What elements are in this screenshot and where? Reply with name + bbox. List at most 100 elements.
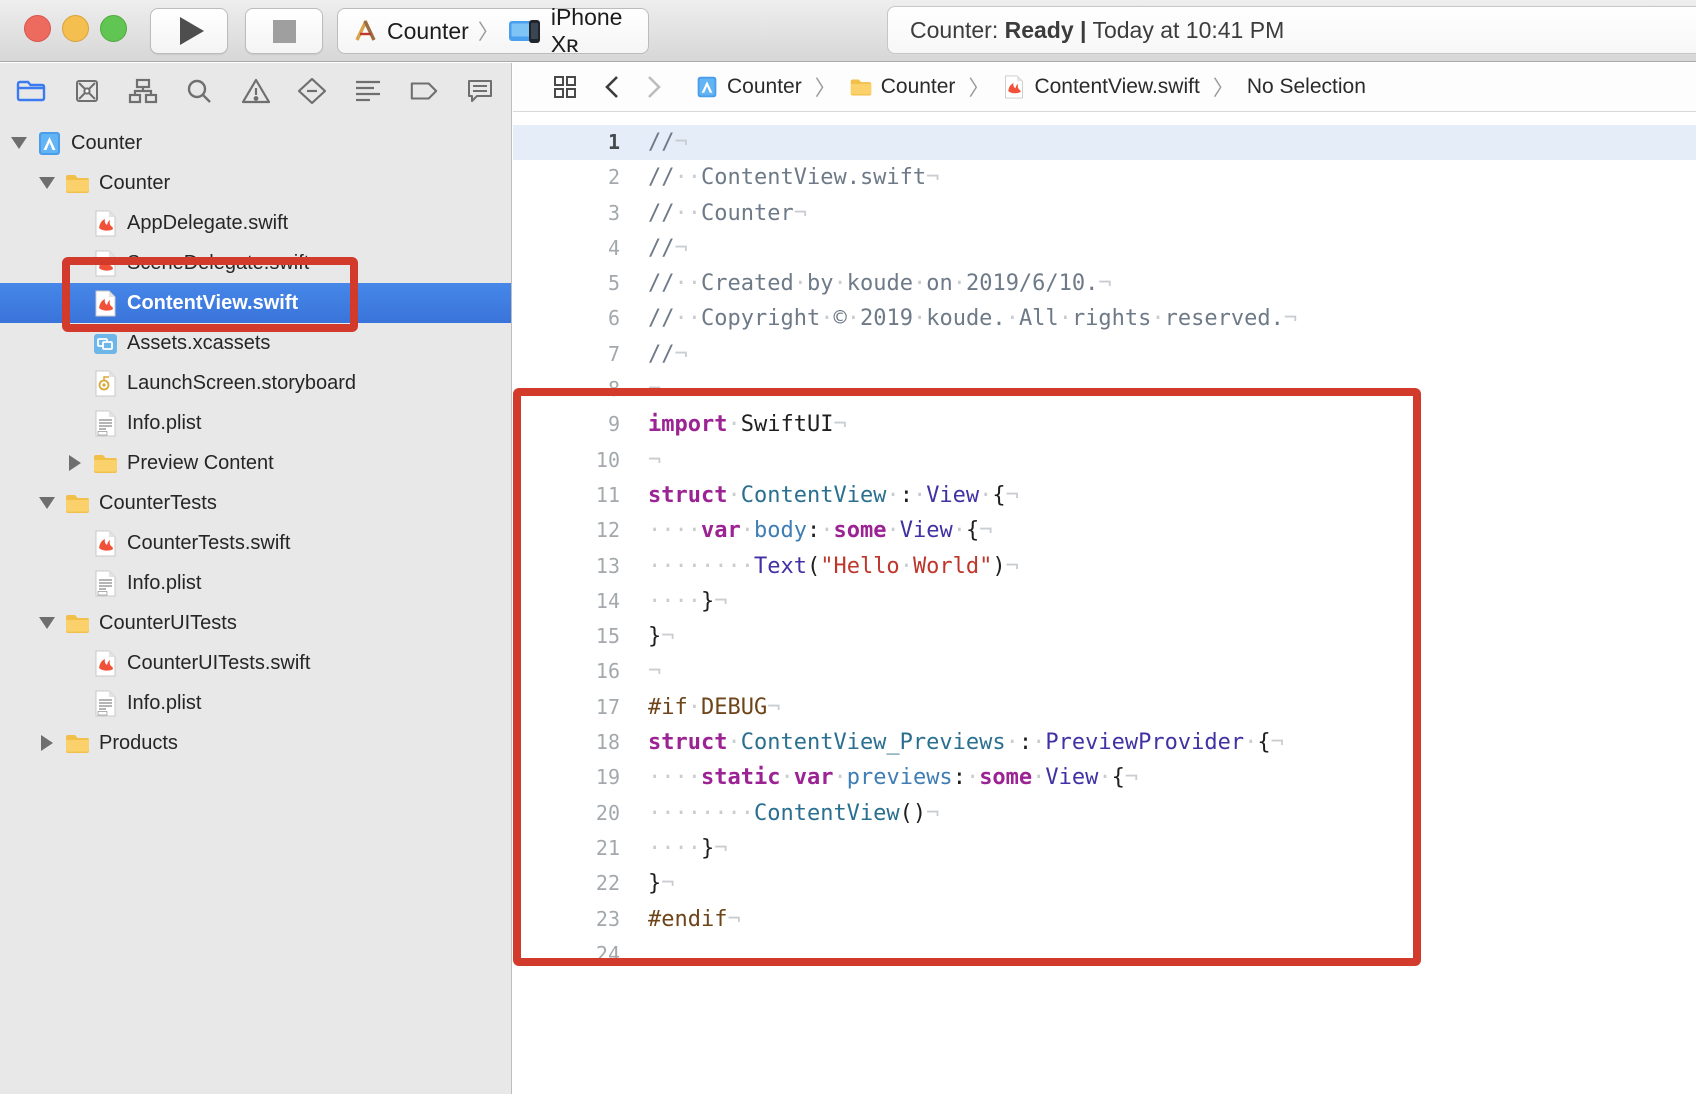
breadcrumb-label: Counter bbox=[727, 75, 802, 98]
zoom-window-button[interactable] bbox=[100, 15, 127, 42]
plist-file-icon bbox=[92, 410, 119, 437]
swift-file-icon bbox=[92, 210, 119, 237]
disclosure-triangle-icon[interactable] bbox=[8, 137, 30, 149]
tree-item-label: Products bbox=[99, 731, 178, 754]
code-line[interactable]: 19 ····static·var·previews:·some·View·{¬ bbox=[513, 760, 1696, 795]
source-code-editor[interactable]: 1 //¬ 2 //··ContentView.swift¬ 3 //··Counter¬… bbox=[513, 112, 1696, 972]
tree-row[interactable]: CounterTests bbox=[0, 483, 511, 523]
go-back-button[interactable] bbox=[604, 74, 620, 100]
code-line[interactable]: 18 struct·ContentView_Previews·:·PreviewP… bbox=[513, 725, 1696, 760]
code-line[interactable]: 4 //¬ bbox=[513, 231, 1696, 266]
tree-row[interactable]: Counter bbox=[0, 163, 511, 203]
disclosure-triangle-icon[interactable] bbox=[36, 617, 58, 629]
tree-row[interactable]: Counter bbox=[0, 123, 511, 163]
breadcrumb-item[interactable]: Counter bbox=[849, 75, 955, 99]
symbol-navigator-icon[interactable] bbox=[128, 76, 158, 106]
storyboard-file-icon bbox=[92, 370, 119, 397]
tree-row[interactable]: SceneDelegate.swift bbox=[0, 243, 511, 283]
disclosure-triangle-icon[interactable] bbox=[64, 455, 86, 471]
code-line[interactable]: 13 ········Text("Hello·World")¬ bbox=[513, 549, 1696, 584]
code-line[interactable]: 6 //··Copyright·©·2019·koude.·All·rights·… bbox=[513, 301, 1696, 336]
code-line[interactable]: 14 ····}¬ bbox=[513, 584, 1696, 619]
code-text: ¬ bbox=[648, 377, 662, 403]
code-text: ········ContentView()¬ bbox=[648, 800, 940, 826]
tree-row[interactable]: CounterUITests.swift bbox=[0, 643, 511, 683]
code-line[interactable]: 7 //¬ bbox=[513, 337, 1696, 372]
minimize-window-button[interactable] bbox=[62, 15, 89, 42]
line-number: 13 bbox=[595, 553, 620, 578]
tree-row[interactable]: Info.plist bbox=[0, 403, 511, 443]
code-line[interactable]: 2 //··ContentView.swift¬ bbox=[513, 160, 1696, 195]
breadcrumb-item[interactable]: No Selection bbox=[1247, 75, 1366, 99]
stop-button[interactable] bbox=[245, 8, 323, 54]
disclosure-triangle-icon[interactable] bbox=[36, 497, 58, 509]
disclosure-triangle-icon[interactable] bbox=[36, 735, 58, 751]
tree-row-selected[interactable]: ContentView.swift bbox=[0, 283, 511, 323]
code-line[interactable]: 16 ¬ bbox=[513, 654, 1696, 689]
close-window-button[interactable] bbox=[24, 15, 51, 42]
code-line[interactable]: 15}¬ bbox=[513, 619, 1696, 654]
code-line[interactable]: 17 #if·DEBUG¬ bbox=[513, 690, 1696, 725]
source-control-navigator-icon[interactable] bbox=[72, 76, 102, 106]
code-text: //··Created·by·koude·on·2019/6/10.¬ bbox=[648, 271, 1112, 297]
code-line[interactable]: 24 bbox=[513, 937, 1696, 972]
tree-row[interactable]: LaunchScreen.storyboard bbox=[0, 363, 511, 403]
project-navigator-icon[interactable] bbox=[16, 76, 46, 106]
code-text: struct·ContentView·:·View·{¬ bbox=[648, 482, 1019, 508]
tree-row[interactable]: Preview Content bbox=[0, 443, 511, 483]
test-navigator-icon[interactable] bbox=[297, 76, 327, 106]
line-number: 1 bbox=[607, 130, 620, 154]
tree-item-label: CounterTests.swift bbox=[127, 531, 291, 554]
code-line[interactable]: 12 ····var·body:·some·View·{¬ bbox=[513, 513, 1696, 548]
line-number: 10 bbox=[595, 447, 620, 472]
project-file-icon bbox=[695, 75, 719, 99]
code-line[interactable]: 20 ········ContentView()¬ bbox=[513, 796, 1696, 831]
tree-row[interactable]: CounterTests.swift bbox=[0, 523, 511, 563]
code-text: struct·ContentView_Previews·:·PreviewPro… bbox=[648, 730, 1284, 756]
scheme-selector[interactable]: Counter 〉 iPhone Xʀ bbox=[337, 4, 649, 57]
code-text: }¬ bbox=[648, 871, 675, 897]
code-text: //¬ bbox=[648, 341, 688, 367]
code-text: import·SwiftUI¬ bbox=[648, 412, 847, 438]
tree-item-label: Counter bbox=[71, 131, 143, 154]
line-number: 21 bbox=[595, 835, 620, 860]
code-line[interactable]: 3 //··Counter¬ bbox=[513, 196, 1696, 231]
code-line[interactable]: 9 import·SwiftUI¬ bbox=[513, 407, 1696, 442]
issue-navigator-icon[interactable] bbox=[241, 76, 271, 106]
code-line[interactable]: 1 //¬ bbox=[513, 125, 1696, 161]
code-text: ¬ bbox=[648, 447, 662, 473]
line-number: 11 bbox=[595, 482, 620, 507]
breadcrumb-label: ContentView.swift bbox=[1034, 75, 1200, 98]
run-button[interactable] bbox=[150, 8, 228, 54]
breadcrumb-item[interactable]: Counter bbox=[695, 75, 802, 99]
code-text: //··ContentView.swift¬ bbox=[648, 165, 940, 191]
tree-row[interactable]: Assets.xcassets bbox=[0, 323, 511, 363]
code-line[interactable]: 21 ····}¬ bbox=[513, 831, 1696, 866]
code-line[interactable]: 8 ¬ bbox=[513, 372, 1696, 407]
go-forward-button[interactable] bbox=[646, 74, 662, 100]
debug-navigator-icon[interactable] bbox=[353, 76, 383, 106]
disclosure-triangle-icon[interactable] bbox=[36, 177, 58, 189]
project-file-icon bbox=[36, 130, 63, 157]
find-navigator-icon[interactable] bbox=[184, 76, 214, 106]
tree-row[interactable]: CounterUITests bbox=[0, 603, 511, 643]
code-line[interactable]: 11 struct·ContentView·:·View·{¬ bbox=[513, 478, 1696, 513]
code-text: ····static·var·previews:·some·View·{¬ bbox=[648, 765, 1139, 791]
code-line[interactable]: 22}¬ bbox=[513, 866, 1696, 901]
breadcrumb-item[interactable]: ContentView.swift bbox=[1002, 75, 1200, 99]
tree-row[interactable]: Info.plist bbox=[0, 563, 511, 603]
scheme-destination: iPhone Xʀ bbox=[550, 4, 623, 57]
swift-file-icon bbox=[92, 290, 119, 317]
code-line[interactable]: 5 //··Created·by·koude·on·2019/6/10.¬ bbox=[513, 266, 1696, 301]
report-navigator-icon[interactable] bbox=[465, 76, 495, 106]
breakpoint-navigator-icon[interactable] bbox=[409, 76, 439, 106]
line-number: 20 bbox=[595, 800, 620, 825]
code-line[interactable]: 10 ¬ bbox=[513, 443, 1696, 478]
code-line[interactable]: 23 #endif¬ bbox=[513, 902, 1696, 937]
tree-row[interactable]: Products bbox=[0, 723, 511, 763]
status-state: Ready | bbox=[1004, 16, 1087, 43]
related-items-icon[interactable] bbox=[553, 75, 578, 100]
line-number: 24 bbox=[595, 941, 620, 966]
tree-row[interactable]: AppDelegate.swift bbox=[0, 203, 511, 243]
tree-row[interactable]: Info.plist bbox=[0, 683, 511, 723]
